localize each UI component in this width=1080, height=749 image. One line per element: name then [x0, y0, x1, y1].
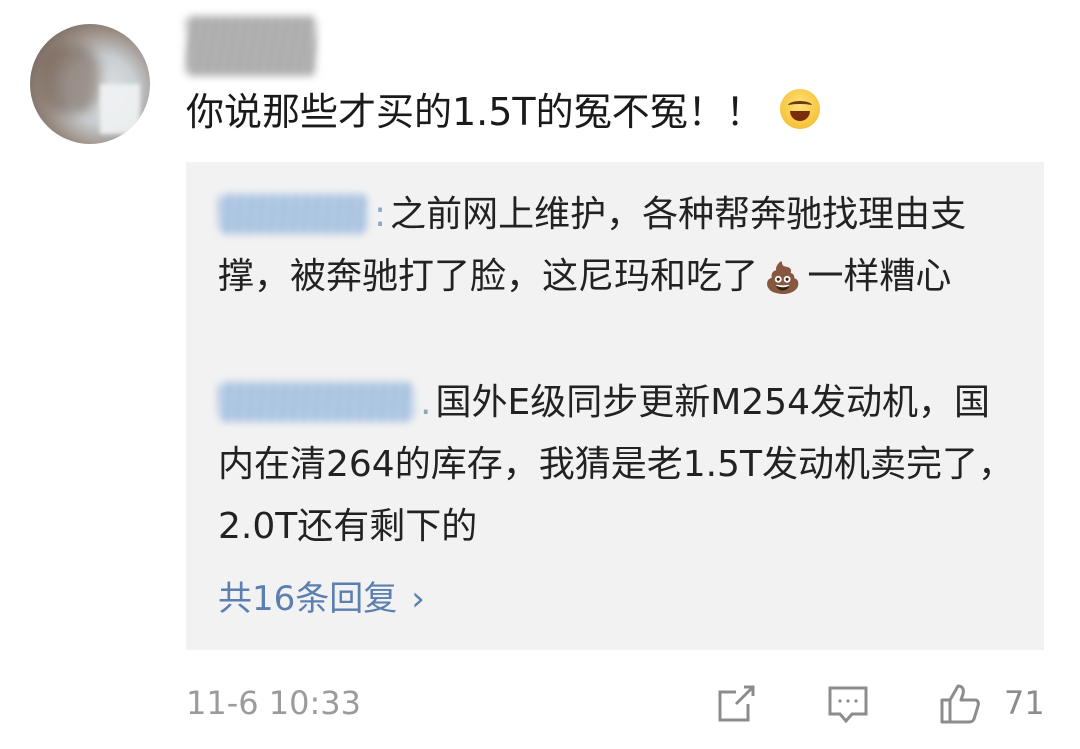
comment-icon[interactable]: [826, 682, 870, 726]
like-count: 71: [1004, 684, 1045, 722]
thumbs-up-icon[interactable]: [938, 682, 982, 726]
replies-panel[interactable]: : 之前网上维护，各种帮奔驰找理由支撑，被奔驰打了脸，这尼玛和吃了 💩 一样糟心 .国…: [186, 162, 1044, 650]
reply-item[interactable]: : 之前网上维护，各种帮奔驰找理由支撑，被奔驰打了脸，这尼玛和吃了 💩 一样糟心: [218, 184, 1018, 310]
username-redacted[interactable]: [186, 16, 316, 76]
share-icon[interactable]: [714, 682, 758, 726]
comment-text: 你说那些才买的1.5T的冤不冤！！: [186, 90, 764, 134]
comment-footer: 11-6 10:33 71: [186, 680, 1045, 730]
comment-timestamp: 11-6 10:33: [186, 684, 362, 722]
reply-colon: :: [374, 194, 387, 235]
comment-body: 你说那些才买的1.5T的冤不冤！！: [186, 86, 820, 138]
reply-username-redacted[interactable]: [218, 382, 414, 422]
reply-username-redacted[interactable]: [218, 194, 368, 234]
avatar-image-detail: [100, 84, 140, 134]
chevron-right-icon: ›: [411, 579, 425, 619]
reply-colon: .: [420, 382, 432, 423]
avatar-image-detail: [40, 44, 100, 114]
more-replies-label: 共16条回复: [218, 579, 398, 619]
view-more-replies-link[interactable]: 共16条回复 ›: [218, 572, 425, 626]
poo-emoji-icon: 💩: [764, 261, 802, 296]
user-avatar[interactable]: [30, 24, 150, 144]
reply-item[interactable]: . 国外E级同步更新M254发动机，国内在清264的库存，我猜是老1.5T发动机卖…: [218, 372, 1018, 558]
reply-text-continued: 一样糟心: [807, 256, 952, 297]
laughing-crying-emoji-icon: [779, 89, 820, 129]
